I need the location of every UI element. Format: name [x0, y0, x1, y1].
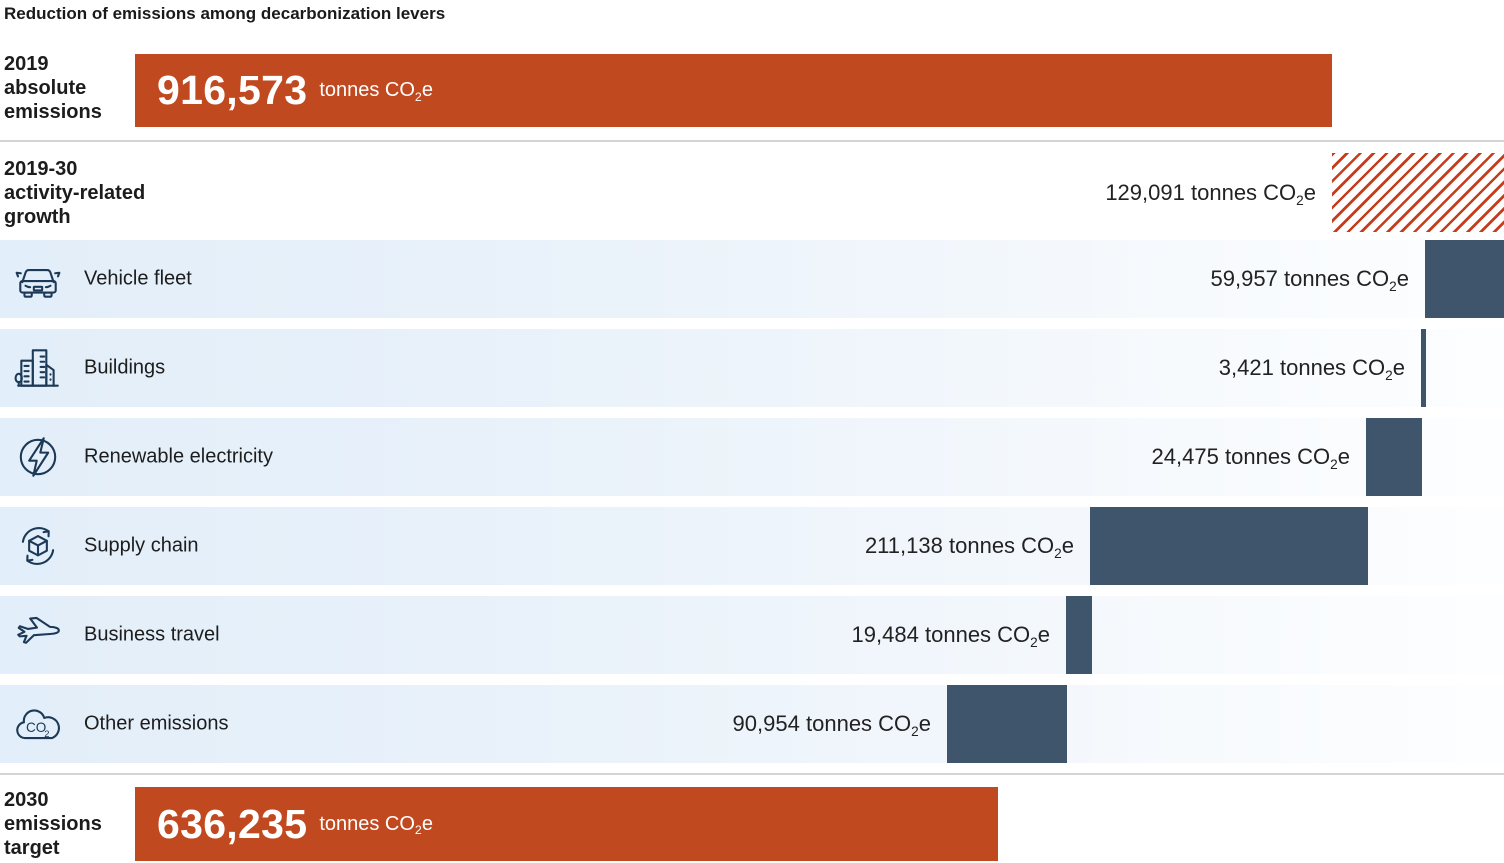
value-activity-growth: 129,091tonnes CO2e [1105, 180, 1316, 206]
unit-label: tonnes CO2e [949, 533, 1074, 558]
co2-cloud-icon: CO 2 [13, 699, 63, 749]
waterfall-chart: Reduction of emissions among decarboniza… [0, 0, 1504, 863]
unit-label: tonnes CO2e [806, 711, 931, 736]
unit-label: tonnes CO2e [1280, 355, 1405, 380]
category-label: Buildings [84, 357, 165, 380]
bar-activity-growth [1332, 153, 1504, 232]
row-activity-growth: 129,091tonnes CO2e [0, 153, 1504, 232]
value-supply-chain: 211,138tonnes CO2e [865, 533, 1074, 559]
value-number: 3,421 [1219, 355, 1274, 380]
row-renewable-electricity: Renewable electricity 24,475tonnes CO2e [0, 418, 1504, 496]
row-supply-chain: Supply chain 211,138tonnes CO2e [0, 507, 1504, 585]
category-label: Business travel [84, 624, 220, 647]
bar-renewable-electricity [1366, 418, 1422, 496]
unit-label: tonnes CO2e [1191, 180, 1316, 205]
car-icon [13, 254, 63, 304]
value-number: 129,091 [1105, 180, 1185, 205]
category-label: Supply chain [84, 535, 199, 558]
unit-label: tonnes CO2e [925, 622, 1050, 647]
separator-line [0, 773, 1504, 775]
bar-2019-absolute-emissions: 916,573 tonnes CO2e [135, 54, 1332, 127]
value-renewable-electricity: 24,475tonnes CO2e [1152, 444, 1350, 470]
value-business-travel: 19,484tonnes CO2e [852, 622, 1050, 648]
separator-line [0, 140, 1504, 142]
row-buildings: Buildings 3,421tonnes CO2e [0, 329, 1504, 407]
value-buildings: 3,421tonnes CO2e [1219, 355, 1405, 381]
category-label: Other emissions [84, 713, 229, 736]
bar-vehicle-fleet [1425, 240, 1504, 318]
bar-other-emissions [947, 685, 1067, 763]
buildings-icon [13, 343, 63, 393]
unit-label: tonnes CO2e [319, 79, 433, 102]
value-number: 916,573 [157, 67, 307, 114]
supply-chain-icon [13, 521, 63, 571]
row-2030-emissions-target: 636,235 tonnes CO2e [0, 787, 1504, 861]
value-number: 24,475 [1152, 444, 1219, 469]
unit-label: tonnes CO2e [1225, 444, 1350, 469]
value-number: 636,235 [157, 801, 307, 848]
row-2019-absolute-emissions: 916,573 tonnes CO2e [0, 54, 1504, 127]
row-business-travel: Business travel 19,484tonnes CO2e [0, 596, 1504, 674]
value-number: 59,957 [1211, 266, 1278, 291]
svg-text:2: 2 [44, 729, 49, 739]
category-label: Vehicle fleet [84, 268, 192, 291]
value-vehicle-fleet: 59,957tonnes CO2e [1211, 266, 1409, 292]
airplane-icon [13, 610, 63, 660]
unit-label: tonnes CO2e [1284, 266, 1409, 291]
bar-business-travel [1066, 596, 1092, 674]
value-number: 19,484 [852, 622, 919, 647]
bar-buildings [1421, 329, 1426, 407]
value-other-emissions: 90,954tonnes CO2e [733, 711, 931, 737]
row-other-emissions: CO 2 Other emissions 90,954tonnes CO2e [0, 685, 1504, 763]
unit-label: tonnes CO2e [319, 813, 433, 836]
chart-title: Reduction of emissions among decarboniza… [4, 4, 445, 24]
bar-supply-chain [1090, 507, 1368, 585]
value-number: 211,138 [865, 533, 943, 558]
bar-2030-emissions-target: 636,235 tonnes CO2e [135, 787, 998, 861]
value-number: 90,954 [733, 711, 800, 736]
lightning-icon [13, 432, 63, 482]
category-label: Renewable electricity [84, 446, 273, 469]
row-vehicle-fleet: Vehicle fleet 59,957tonnes CO2e [0, 240, 1504, 318]
